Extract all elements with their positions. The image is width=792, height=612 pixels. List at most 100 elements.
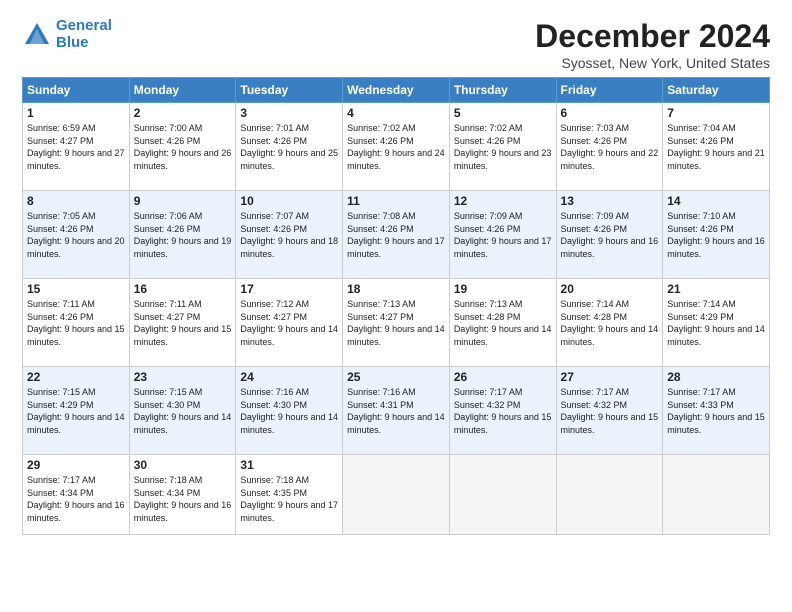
sunset-label: Sunset: 4:30 PM <box>240 400 307 410</box>
calendar-cell: 4 Sunrise: 7:02 AM Sunset: 4:26 PM Dayli… <box>343 103 450 191</box>
day-number: 11 <box>347 194 445 208</box>
sunset-label: Sunset: 4:27 PM <box>134 312 201 322</box>
day-info: Sunrise: 7:04 AM Sunset: 4:26 PM Dayligh… <box>667 122 765 172</box>
day-number: 1 <box>27 106 125 120</box>
calendar-cell: 13 Sunrise: 7:09 AM Sunset: 4:26 PM Dayl… <box>556 191 663 279</box>
sunrise-label: Sunrise: 7:07 AM <box>240 211 309 221</box>
day-info: Sunrise: 7:08 AM Sunset: 4:26 PM Dayligh… <box>347 210 445 260</box>
calendar-header-row: SundayMondayTuesdayWednesdayThursdayFrid… <box>23 78 770 103</box>
daylight-label: Daylight: 9 hours and 16 minutes. <box>667 236 765 259</box>
sunrise-label: Sunrise: 7:17 AM <box>454 387 523 397</box>
daylight-label: Daylight: 9 hours and 15 minutes. <box>454 412 552 435</box>
day-number: 27 <box>561 370 659 384</box>
location: Syosset, New York, United States <box>535 55 770 71</box>
logo-text: General Blue <box>56 18 112 51</box>
day-info: Sunrise: 7:00 AM Sunset: 4:26 PM Dayligh… <box>134 122 232 172</box>
sunset-label: Sunset: 4:26 PM <box>347 224 414 234</box>
calendar-cell <box>449 455 556 535</box>
day-number: 18 <box>347 282 445 296</box>
sunset-label: Sunset: 4:27 PM <box>240 312 307 322</box>
day-info: Sunrise: 7:03 AM Sunset: 4:26 PM Dayligh… <box>561 122 659 172</box>
sunrise-label: Sunrise: 7:02 AM <box>454 123 523 133</box>
calendar-cell: 5 Sunrise: 7:02 AM Sunset: 4:26 PM Dayli… <box>449 103 556 191</box>
day-info: Sunrise: 7:14 AM Sunset: 4:29 PM Dayligh… <box>667 298 765 348</box>
sunset-label: Sunset: 4:29 PM <box>27 400 94 410</box>
day-number: 12 <box>454 194 552 208</box>
calendar-cell <box>556 455 663 535</box>
daylight-label: Daylight: 9 hours and 15 minutes. <box>667 412 765 435</box>
day-info: Sunrise: 7:11 AM Sunset: 4:26 PM Dayligh… <box>27 298 125 348</box>
calendar-week-5: 29 Sunrise: 7:17 AM Sunset: 4:34 PM Dayl… <box>23 455 770 535</box>
daylight-label: Daylight: 9 hours and 14 minutes. <box>347 412 445 435</box>
daylight-label: Daylight: 9 hours and 20 minutes. <box>27 236 125 259</box>
calendar-cell: 16 Sunrise: 7:11 AM Sunset: 4:27 PM Dayl… <box>129 279 236 367</box>
day-info: Sunrise: 7:18 AM Sunset: 4:35 PM Dayligh… <box>240 474 338 524</box>
calendar-cell: 2 Sunrise: 7:00 AM Sunset: 4:26 PM Dayli… <box>129 103 236 191</box>
daylight-label: Daylight: 9 hours and 18 minutes. <box>240 236 338 259</box>
day-number: 28 <box>667 370 765 384</box>
calendar-cell: 20 Sunrise: 7:14 AM Sunset: 4:28 PM Dayl… <box>556 279 663 367</box>
daylight-label: Daylight: 9 hours and 16 minutes. <box>561 236 659 259</box>
calendar-header-friday: Friday <box>556 78 663 103</box>
day-info: Sunrise: 7:06 AM Sunset: 4:26 PM Dayligh… <box>134 210 232 260</box>
sunrise-label: Sunrise: 7:04 AM <box>667 123 736 133</box>
daylight-label: Daylight: 9 hours and 14 minutes. <box>240 324 338 347</box>
day-number: 2 <box>134 106 232 120</box>
calendar-cell: 26 Sunrise: 7:17 AM Sunset: 4:32 PM Dayl… <box>449 367 556 455</box>
calendar-header-saturday: Saturday <box>663 78 770 103</box>
sunset-label: Sunset: 4:26 PM <box>27 312 94 322</box>
sunset-label: Sunset: 4:33 PM <box>667 400 734 410</box>
day-number: 20 <box>561 282 659 296</box>
day-info: Sunrise: 7:12 AM Sunset: 4:27 PM Dayligh… <box>240 298 338 348</box>
day-info: Sunrise: 7:09 AM Sunset: 4:26 PM Dayligh… <box>561 210 659 260</box>
sunset-label: Sunset: 4:28 PM <box>454 312 521 322</box>
daylight-label: Daylight: 9 hours and 23 minutes. <box>454 148 552 171</box>
sunrise-label: Sunrise: 7:10 AM <box>667 211 736 221</box>
day-info: Sunrise: 7:11 AM Sunset: 4:27 PM Dayligh… <box>134 298 232 348</box>
daylight-label: Daylight: 9 hours and 15 minutes. <box>27 324 125 347</box>
day-number: 17 <box>240 282 338 296</box>
sunset-label: Sunset: 4:26 PM <box>454 224 521 234</box>
daylight-label: Daylight: 9 hours and 14 minutes. <box>454 324 552 347</box>
sunset-label: Sunset: 4:26 PM <box>667 224 734 234</box>
sunrise-label: Sunrise: 7:05 AM <box>27 211 96 221</box>
sunset-label: Sunset: 4:26 PM <box>347 136 414 146</box>
calendar-cell: 22 Sunrise: 7:15 AM Sunset: 4:29 PM Dayl… <box>23 367 130 455</box>
day-number: 3 <box>240 106 338 120</box>
daylight-label: Daylight: 9 hours and 16 minutes. <box>27 500 125 523</box>
day-info: Sunrise: 7:17 AM Sunset: 4:34 PM Dayligh… <box>27 474 125 524</box>
calendar-cell: 15 Sunrise: 7:11 AM Sunset: 4:26 PM Dayl… <box>23 279 130 367</box>
sunrise-label: Sunrise: 7:17 AM <box>667 387 736 397</box>
sunrise-label: Sunrise: 7:15 AM <box>134 387 203 397</box>
calendar-cell: 25 Sunrise: 7:16 AM Sunset: 4:31 PM Dayl… <box>343 367 450 455</box>
daylight-label: Daylight: 9 hours and 26 minutes. <box>134 148 232 171</box>
day-number: 6 <box>561 106 659 120</box>
calendar-cell: 11 Sunrise: 7:08 AM Sunset: 4:26 PM Dayl… <box>343 191 450 279</box>
calendar-cell: 8 Sunrise: 7:05 AM Sunset: 4:26 PM Dayli… <box>23 191 130 279</box>
sunrise-label: Sunrise: 7:03 AM <box>561 123 630 133</box>
calendar-cell: 30 Sunrise: 7:18 AM Sunset: 4:34 PM Dayl… <box>129 455 236 535</box>
logo-icon <box>22 20 52 50</box>
calendar-cell: 6 Sunrise: 7:03 AM Sunset: 4:26 PM Dayli… <box>556 103 663 191</box>
day-number: 10 <box>240 194 338 208</box>
sunrise-label: Sunrise: 7:13 AM <box>454 299 523 309</box>
day-number: 4 <box>347 106 445 120</box>
calendar-cell: 17 Sunrise: 7:12 AM Sunset: 4:27 PM Dayl… <box>236 279 343 367</box>
day-info: Sunrise: 7:15 AM Sunset: 4:29 PM Dayligh… <box>27 386 125 436</box>
calendar-cell: 1 Sunrise: 6:59 AM Sunset: 4:27 PM Dayli… <box>23 103 130 191</box>
sunrise-label: Sunrise: 7:18 AM <box>240 475 309 485</box>
day-info: Sunrise: 6:59 AM Sunset: 4:27 PM Dayligh… <box>27 122 125 172</box>
day-info: Sunrise: 7:14 AM Sunset: 4:28 PM Dayligh… <box>561 298 659 348</box>
sunset-label: Sunset: 4:27 PM <box>347 312 414 322</box>
calendar-cell: 3 Sunrise: 7:01 AM Sunset: 4:26 PM Dayli… <box>236 103 343 191</box>
day-number: 15 <box>27 282 125 296</box>
sunset-label: Sunset: 4:26 PM <box>134 136 201 146</box>
calendar-cell: 28 Sunrise: 7:17 AM Sunset: 4:33 PM Dayl… <box>663 367 770 455</box>
daylight-label: Daylight: 9 hours and 14 minutes. <box>27 412 125 435</box>
calendar-cell: 31 Sunrise: 7:18 AM Sunset: 4:35 PM Dayl… <box>236 455 343 535</box>
day-info: Sunrise: 7:02 AM Sunset: 4:26 PM Dayligh… <box>454 122 552 172</box>
sunset-label: Sunset: 4:26 PM <box>454 136 521 146</box>
daylight-label: Daylight: 9 hours and 17 minutes. <box>454 236 552 259</box>
day-number: 9 <box>134 194 232 208</box>
calendar-cell <box>343 455 450 535</box>
